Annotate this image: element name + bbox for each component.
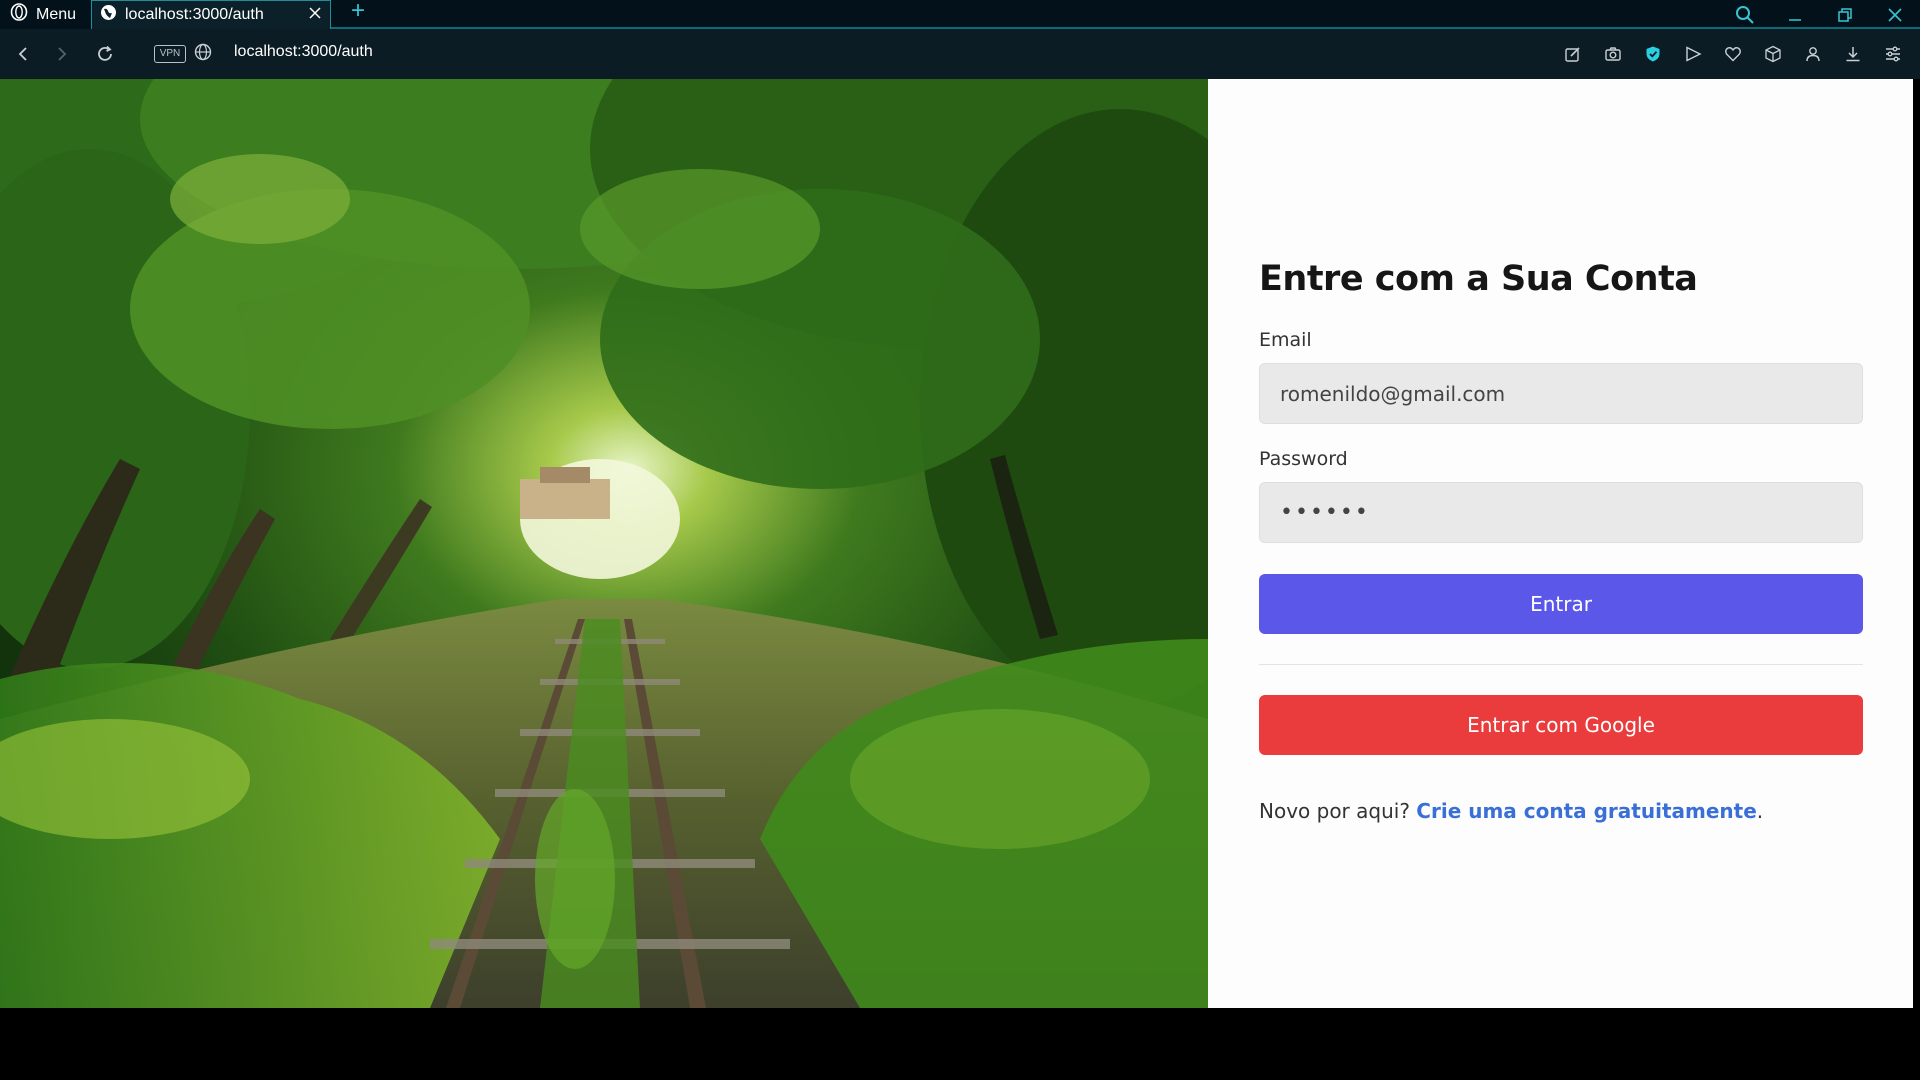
reload-icon[interactable] bbox=[92, 41, 118, 67]
window-controls bbox=[1720, 0, 1920, 29]
auth-panel: Entre com a Sua Conta Email Password Ent… bbox=[1208, 79, 1913, 1008]
cube-icon[interactable] bbox=[1760, 41, 1786, 67]
signup-suffix: . bbox=[1756, 799, 1764, 823]
camera-icon[interactable] bbox=[1600, 41, 1626, 67]
toolbar-icons bbox=[1560, 41, 1906, 67]
vpn-badge[interactable]: VPN bbox=[154, 45, 186, 63]
restore-icon[interactable] bbox=[1820, 0, 1870, 29]
hero-image bbox=[0, 79, 1208, 1008]
send-icon[interactable] bbox=[1680, 41, 1706, 67]
close-window-icon[interactable] bbox=[1870, 0, 1920, 29]
window-border bbox=[1913, 79, 1920, 1008]
heart-icon[interactable] bbox=[1720, 41, 1746, 67]
easy-setup-icon[interactable] bbox=[1880, 41, 1906, 67]
signup-prompt-text: Novo por aqui? bbox=[1259, 799, 1410, 823]
snapshot-edit-icon[interactable] bbox=[1560, 41, 1586, 67]
email-label: Email bbox=[1259, 329, 1312, 351]
tab-title: localhost:3000/auth bbox=[125, 6, 264, 23]
signup-prompt: Novo por aqui? Crie uma conta gratuitame… bbox=[1259, 799, 1863, 823]
password-field[interactable] bbox=[1259, 482, 1863, 543]
download-icon[interactable] bbox=[1840, 41, 1866, 67]
browser-tab-bar: Menu localhost:3000/auth + bbox=[0, 0, 1920, 29]
forward-icon[interactable] bbox=[49, 41, 75, 67]
profile-icon[interactable] bbox=[1800, 41, 1826, 67]
login-button[interactable]: Entrar bbox=[1259, 574, 1863, 634]
url-field[interactable]: localhost:3000/auth bbox=[234, 43, 373, 61]
new-tab-button[interactable]: + bbox=[346, 0, 370, 27]
opera-logo-icon bbox=[10, 3, 28, 26]
page-viewport: Entre com a Sua Conta Email Password Ent… bbox=[0, 79, 1913, 1008]
close-tab-icon[interactable] bbox=[308, 6, 322, 25]
empty-area bbox=[0, 1008, 1920, 1080]
login-form: Entre com a Sua Conta Email Password Ent… bbox=[1259, 259, 1863, 823]
menu-label: Menu bbox=[36, 5, 77, 23]
site-info-icon[interactable] bbox=[194, 43, 212, 66]
divider bbox=[1259, 664, 1863, 665]
browser-menu-button[interactable]: Menu bbox=[0, 0, 88, 29]
minimize-icon[interactable] bbox=[1770, 0, 1820, 29]
shield-icon[interactable] bbox=[1640, 41, 1666, 67]
search-tabs-icon[interactable] bbox=[1720, 0, 1770, 29]
tab-active[interactable]: localhost:3000/auth bbox=[91, 0, 331, 29]
signup-link[interactable]: Crie uma conta gratuitamente bbox=[1416, 799, 1756, 823]
address-bar: VPN localhost:3000/auth bbox=[0, 29, 1920, 79]
page-title: Entre com a Sua Conta bbox=[1259, 259, 1698, 299]
google-login-button[interactable]: Entrar com Google bbox=[1259, 695, 1863, 755]
password-label: Password bbox=[1259, 448, 1348, 470]
globe-icon bbox=[100, 4, 117, 26]
email-field[interactable] bbox=[1259, 363, 1863, 424]
back-icon[interactable] bbox=[10, 41, 36, 67]
